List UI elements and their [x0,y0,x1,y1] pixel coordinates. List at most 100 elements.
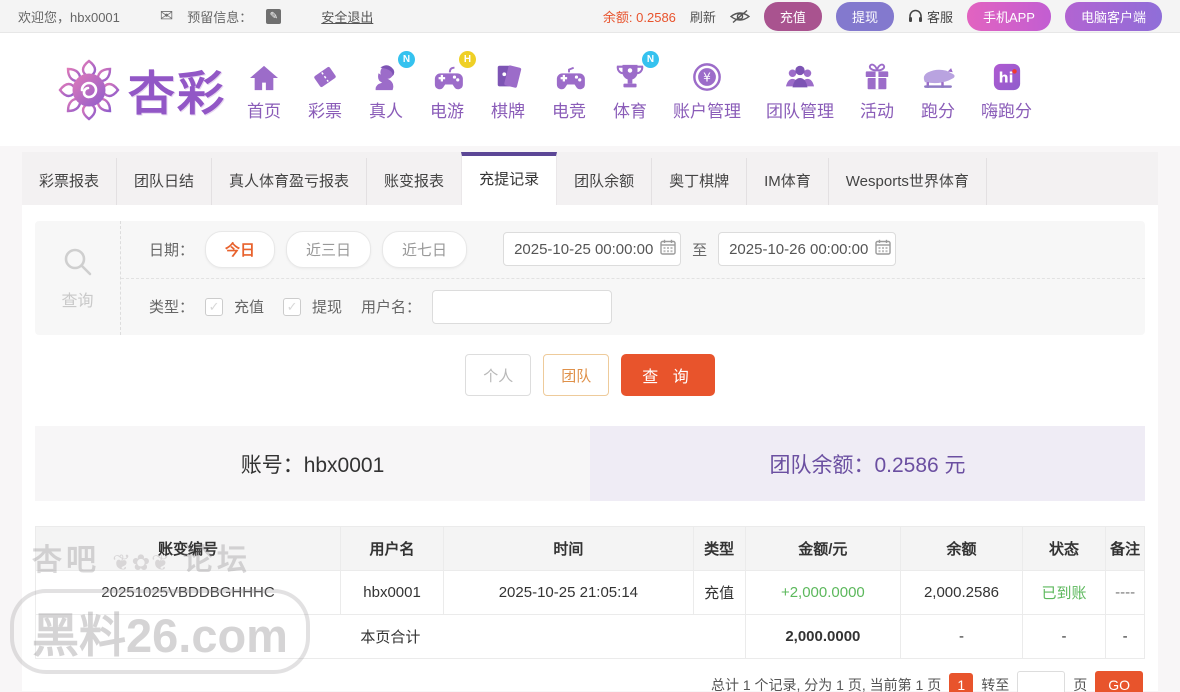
tab-team-balance[interactable]: 团队余额 [557,158,653,205]
nav-label: 嗨跑分 [981,101,1032,121]
hi-app-icon: hi [989,58,1025,92]
badge-n: N [398,50,415,68]
coin-icon: ¥ [689,58,725,92]
balance-value: 0.2586 [636,9,676,25]
cell-status: 已到账 [1021,570,1107,615]
personal-button[interactable]: 个人 [465,354,532,396]
preset-today-button[interactable]: 今日 [205,230,276,268]
home-icon [246,58,282,92]
nav-item-cards[interactable]: 棋牌 [490,58,526,122]
nav-item-account-mgmt[interactable]: ¥ 账户管理 [673,58,741,122]
cell-remark: ---- [1105,570,1145,615]
deposit-button[interactable]: 充值 [763,1,822,31]
pc-client-button[interactable]: 电脑客户端 [1064,1,1162,31]
search-button[interactable]: 查 询 [621,354,715,396]
withdraw-checkbox[interactable]: ✓ [283,297,302,316]
table-summary-row: 本页合计 2,000.0000 - - - [35,614,1145,659]
tab-deposit-withdraw-records[interactable]: 充提记录 [461,152,558,205]
cell-change-id: 20251025VBDDBGHHHC [35,570,341,615]
tab-account-change[interactable]: 账变报表 [367,158,463,205]
col-change-id: 账变编号 [35,526,341,571]
summary-label: 本页合计 [35,614,746,659]
headset-icon [908,9,923,23]
main-nav: 首页 彩票 N 真人 H 电游 棋牌 电竞 N 体育 ¥ 账户管理 团队管理 活… [246,50,1032,122]
eye-off-icon[interactable] [729,9,750,24]
nav-label: 活动 [860,101,894,121]
tab-team-daily[interactable]: 团队日结 [117,158,213,205]
col-balance: 余额 [899,526,1023,571]
nav-item-egames[interactable]: H 电游 [429,50,476,122]
col-remark: 备注 [1105,526,1145,571]
type-label: 类型： [149,299,195,317]
nav-item-promotions[interactable]: 活动 [859,58,895,122]
nav-item-hi-paofen[interactable]: hi 嗨跑分 [981,58,1032,122]
nav-label: 体育 [613,101,647,121]
nav-label: 电游 [430,101,464,121]
team-button[interactable]: 团队 [543,354,610,396]
cell-type: 充值 [692,570,746,615]
nav-label: 真人 [369,101,403,121]
gift-icon [859,58,895,92]
edit-icon[interactable]: ✎ [266,8,282,24]
tab-aoding-cards[interactable]: 奥丁棋牌 [652,158,748,205]
withdraw-button[interactable]: 提现 [835,1,894,31]
date-from-input[interactable] [514,240,655,258]
logo-flower-icon [56,57,122,123]
nav-label: 棋牌 [491,101,525,121]
goto-page-input[interactable] [1017,671,1066,692]
table-row: 20251025VBDDBGHHHC hbx0001 2025-10-25 21… [35,570,1145,615]
type-filter-row: 类型： ✓ 充值 ✓ 提现 用户名： [121,277,1145,336]
badge-h: H [459,50,476,68]
account-summary-bar: 账号：hbx0001 团队余额：0.2586 元 [35,426,1145,501]
page-unit-label: 页 [1073,677,1088,692]
tab-im-sports[interactable]: IM体育 [747,158,829,205]
nav-item-sports[interactable]: N 体育 [612,50,659,122]
calendar-icon[interactable] [660,239,676,260]
nav-label: 跑分 [921,101,955,121]
filter-side-label: 查询 [61,293,94,310]
balance-text: 余额: 0.2586 [603,7,676,26]
pagination: 总计 1 个记录, 分为 1 页, 当前第 1 页 1 转至 页 GO [35,671,1145,692]
table-header-row: 账变编号 用户名 时间 类型 金额/元 余额 状态 备注 [35,526,1145,571]
nav-item-team-mgmt[interactable]: 团队管理 [766,58,834,122]
calendar-icon[interactable] [875,239,891,260]
date-filter-row: 日期： 今日 近三日 近七日 至 [121,221,1145,278]
nav-item-live[interactable]: N 真人 [368,50,415,122]
site-logo[interactable]: 杏彩 [56,55,226,124]
col-status: 状态 [1021,526,1107,571]
filter-box: 查询 日期： 今日 近三日 近七日 至 [35,221,1145,335]
ticket-icon [307,58,343,92]
account-number: 账号：hbx0001 [35,426,590,501]
team-people-icon [782,58,818,92]
mobile-app-button[interactable]: 手机APP [966,1,1051,31]
go-button[interactable]: GO [1095,671,1143,692]
username-input[interactable] [432,289,613,324]
date-to-input[interactable] [729,240,870,258]
tab-wesports[interactable]: Wesports世界体育 [829,158,987,205]
refresh-link[interactable]: 刷新 [690,7,716,26]
nav-item-lottery[interactable]: 彩票 [307,58,343,122]
topbar: 欢迎您，hbx0001 ✉ 预留信息： ✎ 安全退出 余额: 0.2586 刷新… [0,0,1180,33]
cell-balance: 2,000.2586 [899,570,1023,615]
esports-gamepad-icon [551,58,587,92]
col-time: 时间 [443,526,694,571]
tab-lottery-report[interactable]: 彩票报表 [22,158,118,205]
preset-3days-button[interactable]: 近三日 [286,230,372,268]
svg-text:hi: hi [998,70,1013,86]
nav-item-esports[interactable]: 电竞 [551,58,587,122]
tab-live-sports-pl[interactable]: 真人体育盈亏报表 [212,158,368,205]
customer-service-link[interactable]: 客服 [908,7,953,26]
nav-label: 电竞 [552,101,586,121]
logout-link[interactable]: 安全退出 [321,7,373,26]
nav-item-paofen[interactable]: 跑分 [920,58,956,122]
envelope-icon[interactable]: ✉ [160,6,173,26]
preset-7days-button[interactable]: 近七日 [382,230,468,268]
svg-text:¥: ¥ [703,70,711,84]
nav-item-home[interactable]: 首页 [246,58,282,122]
page-number-button[interactable]: 1 [949,673,974,692]
site-header: 杏彩 首页 彩票 N 真人 H 电游 棋牌 电竞 N 体育 ¥ 账户管理 团队管… [0,33,1180,146]
deposit-checkbox-label: 充值 [234,299,265,317]
date-from-field[interactable] [503,232,682,267]
date-to-field[interactable] [718,232,897,267]
deposit-checkbox[interactable]: ✓ [205,297,224,316]
